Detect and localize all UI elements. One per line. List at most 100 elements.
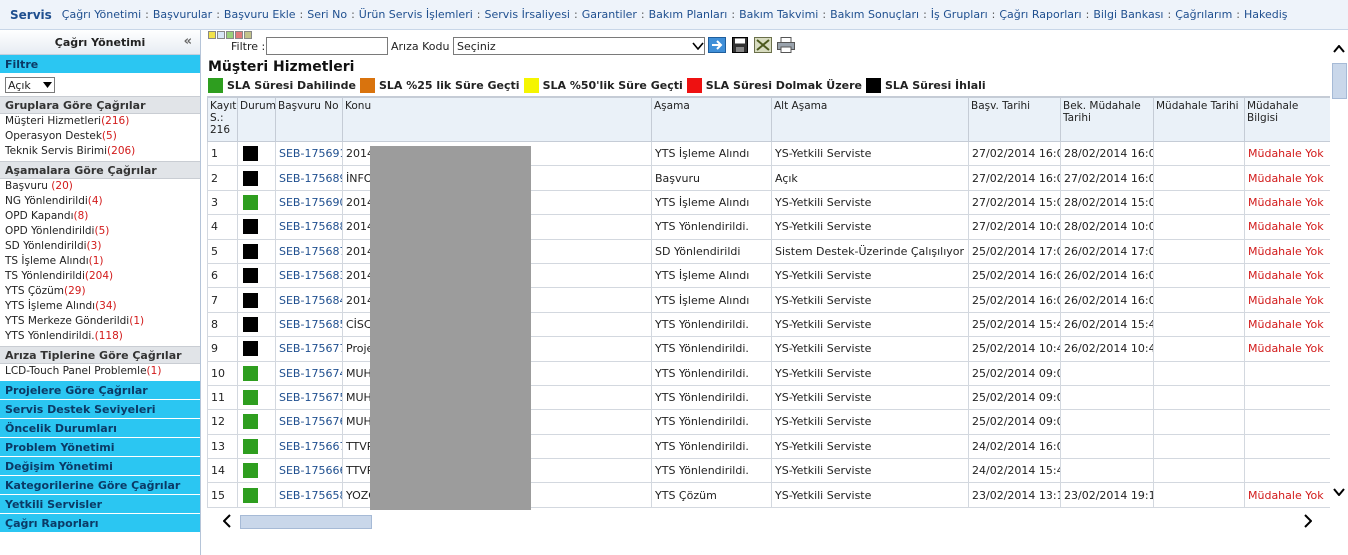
stage-item[interactable]: SD Yönlendirildi(3) <box>0 239 200 254</box>
nav-separator: : <box>299 8 304 21</box>
application-number-link[interactable]: SEB-175666 <box>275 458 343 484</box>
nav-link[interactable]: Garantiler <box>582 8 637 21</box>
column-header[interactable]: Durum <box>237 97 276 142</box>
add-icon[interactable] <box>244 31 252 39</box>
faults-list: LCD-Touch Panel Problemle(1) <box>0 364 200 379</box>
nav-link[interactable]: Çağrı Yönetimi <box>62 8 141 21</box>
application-number-link[interactable]: SEB-175675 <box>275 384 343 411</box>
sidebar-section-link[interactable]: Değişim Yönetimi <box>0 457 200 476</box>
column-header[interactable]: Konu <box>342 97 652 142</box>
application-number-link[interactable]: SEB-175674 <box>275 360 343 386</box>
column-header[interactable]: Kayıt S.: 216 <box>207 97 238 142</box>
stage-item[interactable]: TS İşleme Alındı(1) <box>0 254 200 269</box>
nav-link[interactable]: Bilgi Bankası <box>1093 8 1163 21</box>
nav-link[interactable]: Başvurular <box>153 8 212 21</box>
group-item[interactable]: Müşteri Hizmetleri(216) <box>0 114 200 129</box>
application-number-link[interactable]: SEB-175685 <box>275 311 343 338</box>
pin-icon[interactable] <box>235 31 243 39</box>
column-header[interactable]: Başv. Tarihi <box>968 97 1061 142</box>
sidebar-section-link[interactable]: Öncelik Durumları <box>0 419 200 438</box>
help-icon[interactable] <box>208 31 216 39</box>
filter-input[interactable] <box>266 37 388 55</box>
sidebar-section-link[interactable]: Problem Yönetimi <box>0 438 200 457</box>
go-button[interactable] <box>708 36 726 54</box>
group-item-count: (206) <box>107 145 136 157</box>
column-header[interactable]: Müdahale Tarihi <box>1153 97 1245 142</box>
status-cell <box>237 189 276 216</box>
vertical-scrollbar[interactable] <box>1330 30 1348 530</box>
application-date-cell: 25/02/2014 09:00 <box>968 384 1061 411</box>
stage-item[interactable]: YTS Çözüm(29) <box>0 284 200 299</box>
nav-link[interactable]: Bakım Planları <box>649 8 728 21</box>
ariza-code-select[interactable]: Seçiniz <box>453 37 705 55</box>
stage-item[interactable]: Başvuru (20) <box>0 179 200 194</box>
application-number-link[interactable]: SEB-175690 <box>275 189 343 216</box>
application-number-link[interactable]: SEB-175667 <box>275 433 343 460</box>
group-item[interactable]: Teknik Servis Birimi(206) <box>0 144 200 159</box>
nav-link[interactable]: Başvuru Ekle <box>224 8 296 21</box>
application-number-link[interactable]: SEB-175687 <box>275 238 343 264</box>
nav-link[interactable]: Ürün Servis İşlemleri <box>359 8 473 21</box>
application-number-link[interactable]: SEB-175658 <box>275 482 343 508</box>
application-number-link[interactable]: SEB-175677 <box>275 336 343 362</box>
nav-link[interactable]: Hakediş <box>1244 8 1288 21</box>
stage-item[interactable]: TS Yönlendirildi(204) <box>0 269 200 284</box>
scroll-right-icon[interactable] <box>1304 514 1313 532</box>
sidebar-section-link[interactable]: Yetkili Servisler <box>0 495 200 514</box>
scroll-left-icon[interactable] <box>222 514 231 532</box>
sidebar-section-link[interactable]: Çağrı Raporları <box>0 514 200 533</box>
stage-item-count: (3) <box>86 240 102 252</box>
application-number-link[interactable]: SEB-175684 <box>275 287 343 313</box>
nav-link[interactable]: Çağrı Raporları <box>999 8 1081 21</box>
print-button[interactable] <box>777 36 795 54</box>
scroll-up-icon[interactable] <box>1333 42 1345 57</box>
stage-item[interactable]: YTS Merkeze Gönderildi(1) <box>0 314 200 329</box>
scroll-down-icon[interactable] <box>1333 485 1345 500</box>
refresh-icon[interactable] <box>226 31 234 39</box>
collapse-icon[interactable]: « <box>184 34 192 49</box>
nav-link[interactable]: Çağrılarım <box>1175 8 1232 21</box>
legend-item: SLA %25 lik Süre Geçti <box>359 77 520 93</box>
vertical-scroll-thumb[interactable] <box>1332 63 1347 99</box>
group-item[interactable]: Operasyon Destek(5) <box>0 129 200 144</box>
nav-link[interactable]: İş Grupları <box>931 8 988 21</box>
sidebar-section-link[interactable]: Servis Destek Seviyeleri <box>0 400 200 419</box>
application-number-link[interactable]: SEB-175683 <box>275 262 343 289</box>
column-header[interactable]: Aşama <box>651 97 772 142</box>
column-header[interactable]: Bek. Müdahale Tarihi <box>1060 97 1154 142</box>
status-cell <box>237 482 276 508</box>
stage-item[interactable]: NG Yönlendirildi(4) <box>0 194 200 209</box>
stage-item-count: (1) <box>129 315 145 327</box>
column-header[interactable]: Müdahale Bilgisi <box>1244 97 1330 142</box>
application-number-link[interactable]: SEB-175676 <box>275 409 343 435</box>
application-number-link[interactable]: SEB-175689 <box>275 165 343 191</box>
status-cell <box>237 458 276 484</box>
application-number-link[interactable]: SEB-175688 <box>275 214 343 240</box>
filter-section[interactable]: Filtre <box>0 55 200 74</box>
stage-item[interactable]: OPD Yönlendirildi(5) <box>0 224 200 239</box>
brand-link[interactable]: Servis <box>10 8 52 22</box>
stage-item[interactable]: OPD Kapandı(8) <box>0 209 200 224</box>
horizontal-scrollbar[interactable] <box>207 514 1330 530</box>
fault-item[interactable]: LCD-Touch Panel Problemle(1) <box>0 364 200 379</box>
horizontal-scroll-thumb[interactable] <box>240 515 372 529</box>
stage-item[interactable]: YTS Yönlendirildi.(118) <box>0 329 200 344</box>
status-select[interactable]: Açık <box>5 77 55 93</box>
column-header[interactable]: Alt Aşama <box>771 97 969 142</box>
sidebar-section-link[interactable]: Kategorilerine Göre Çağrılar <box>0 476 200 495</box>
application-number-link[interactable]: SEB-175691 <box>275 140 343 167</box>
column-header[interactable]: Başvuru No <box>275 97 343 142</box>
stage-item[interactable]: YTS İşleme Alındı(34) <box>0 299 200 314</box>
row-number: 11 <box>207 384 238 411</box>
excel-button[interactable] <box>754 36 772 54</box>
nav-link[interactable]: Bakım Sonuçları <box>830 8 919 21</box>
status-square <box>243 365 258 381</box>
bottom-sections: Projelere Göre Çağrılar Servis Destek Sev… <box>0 381 200 533</box>
nav-link[interactable]: Servis İrsaliyesi <box>485 8 570 21</box>
status-square <box>243 268 258 284</box>
save-button[interactable] <box>731 36 749 54</box>
nav-link[interactable]: Seri No <box>307 8 347 21</box>
nav-link[interactable]: Bakım Takvimi <box>739 8 818 21</box>
sidebar-section-link[interactable]: Projelere Göre Çağrılar <box>0 381 200 400</box>
bold-icon[interactable] <box>217 31 225 39</box>
